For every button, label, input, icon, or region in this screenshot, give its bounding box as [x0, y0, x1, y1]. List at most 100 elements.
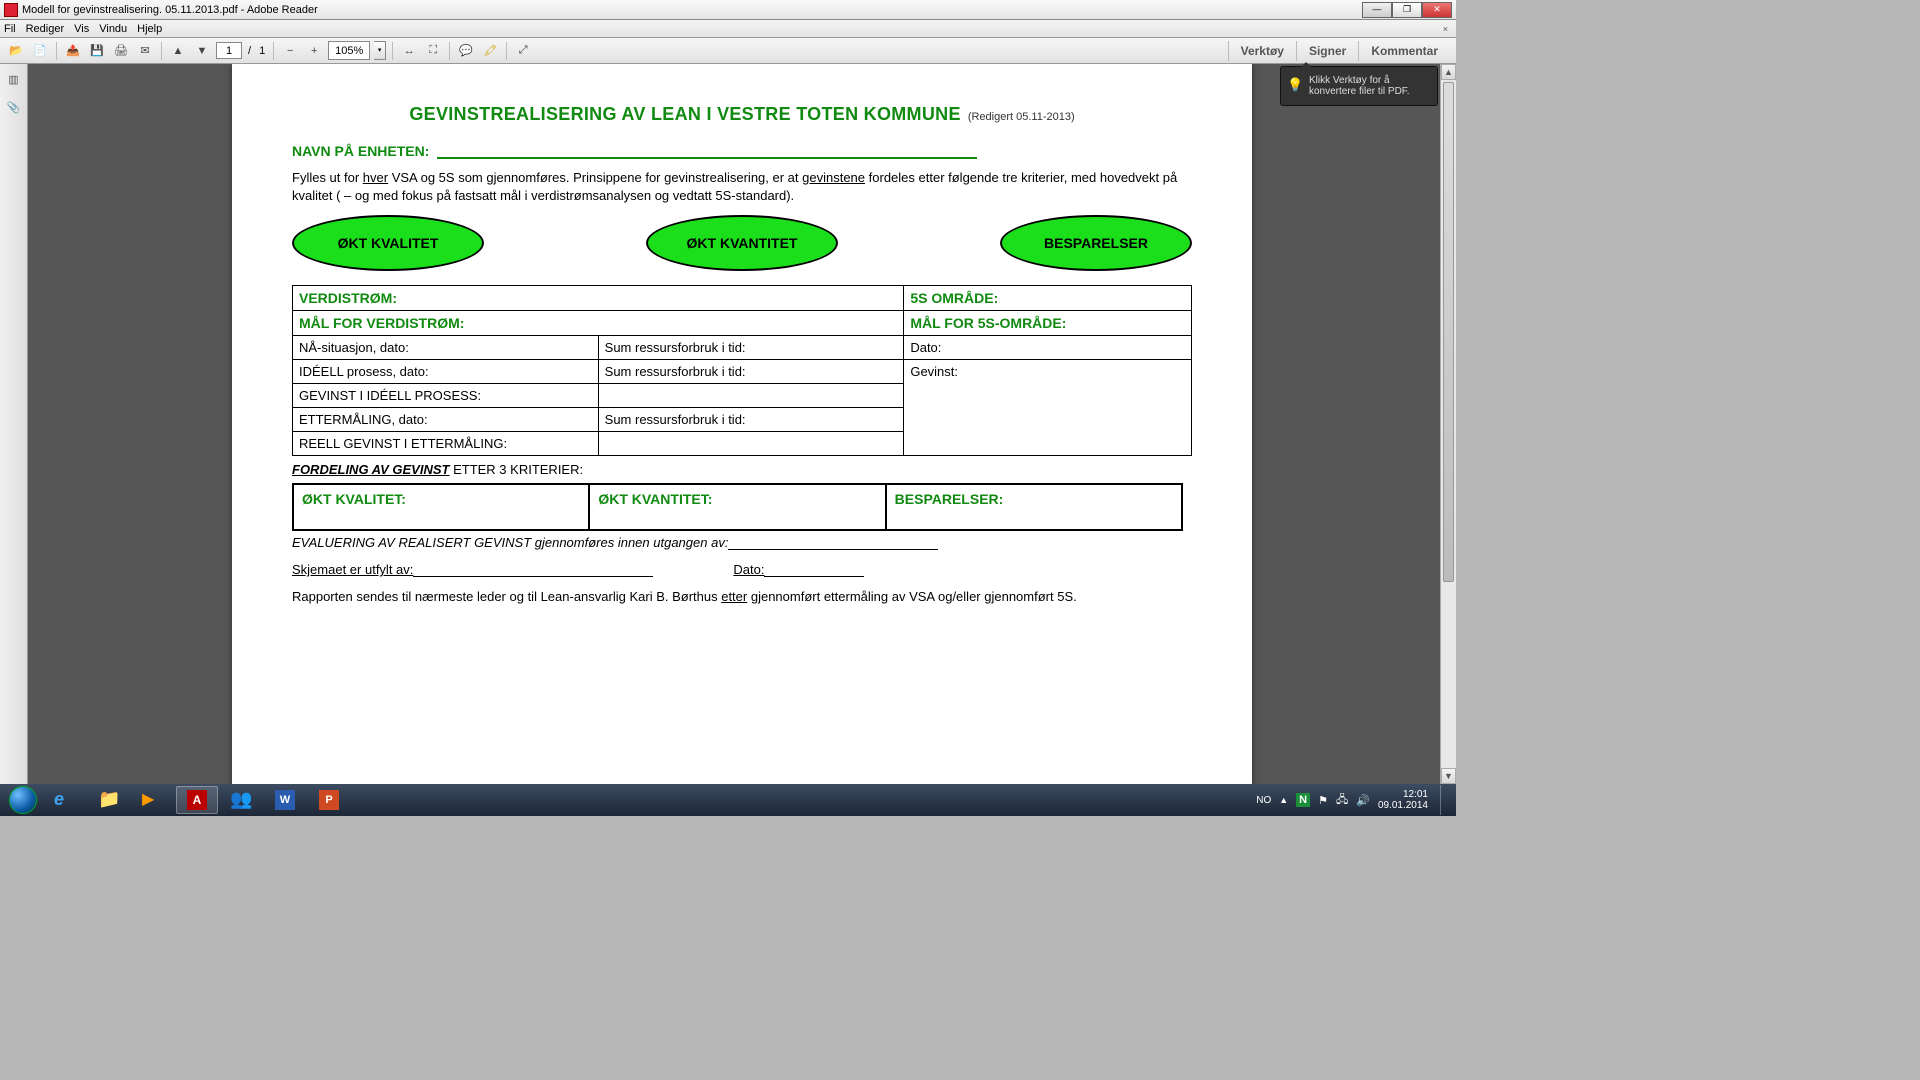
nav-sidebar: ▥ 📎 — [0, 64, 28, 784]
sign-row: Skjemaet er utfylt av: Dato: — [292, 562, 1192, 577]
vertical-scrollbar[interactable]: ▲ ▼ — [1440, 64, 1456, 784]
pdf-page: GEVINSTREALISERING AV LEAN I VESTRE TOTE… — [232, 64, 1252, 784]
cell-na-situasjon: NÅ-situasjon, dato: — [293, 336, 599, 360]
thumbnails-icon[interactable]: ▥ — [5, 70, 23, 88]
highlight-icon[interactable]: 🖍 — [480, 41, 500, 61]
th-mal-5s: MÅL FOR 5S-OMRÅDE: — [904, 311, 1192, 336]
page-total: 1 — [257, 45, 267, 57]
menu-fil[interactable]: Fil — [4, 23, 16, 35]
th-5s: 5S OMRÅDE: — [904, 286, 1192, 311]
open-icon[interactable]: 📂 — [6, 41, 26, 61]
tray-flag-icon[interactable]: ⚑ — [1318, 794, 1328, 807]
clock[interactable]: 12:01 09.01.2014 — [1378, 789, 1428, 811]
cell-ideell: IDÉELL prosess, dato: — [293, 360, 599, 384]
oval-besparelser: BESPARELSER — [1000, 215, 1192, 271]
menu-hjelp[interactable]: Hjelp — [137, 23, 162, 35]
task-adobe-icon[interactable]: A — [176, 786, 218, 814]
cell-ettermaling: ETTERMÅLING, dato: — [293, 408, 599, 432]
crit-besparelser: BESPARELSER: — [895, 491, 1004, 507]
email-icon[interactable]: ✉ — [135, 41, 155, 61]
page-down-icon[interactable]: ▼ — [192, 41, 212, 61]
footer-note: Rapporten sendes til nærmeste leder og t… — [292, 589, 1192, 604]
cell-gevinst-ideell: GEVINST I IDÉELL PROSESS: — [293, 384, 599, 408]
title-bar: Modell for gevinstrealisering. 05.11.201… — [0, 0, 1456, 20]
cell-sum2: Sum ressursforbruk i tid: — [598, 360, 904, 384]
tray-overflow-icon[interactable]: ▲ — [1279, 795, 1288, 805]
zoom-in-icon[interactable]: + — [304, 41, 324, 61]
document-viewer: ▥ 📎 GEVINSTREALISERING AV LEAN I VESTRE … — [0, 64, 1456, 784]
main-table: VERDISTRØM: 5S OMRÅDE: MÅL FOR VERDISTRØ… — [292, 285, 1192, 456]
unit-label: NAVN PÅ ENHETEN: — [292, 143, 429, 159]
show-desktop-button[interactable] — [1440, 785, 1450, 815]
cell-dato: Dato: — [904, 336, 1192, 360]
task-powerpoint-icon[interactable]: P — [308, 786, 350, 814]
cell-blank2 — [598, 432, 904, 456]
menu-vindu[interactable]: Vindu — [99, 23, 127, 35]
page-up-icon[interactable]: ▲ — [168, 41, 188, 61]
tray-n-icon[interactable]: N — [1296, 793, 1310, 807]
th-mal-verdistrom: MÅL FOR VERDISTRØM: — [293, 311, 904, 336]
cell-gevinst: Gevinst: — [904, 360, 1192, 456]
crit-kvantitet: ØKT KVANTITET: — [598, 491, 712, 507]
zoom-dropdown-icon[interactable]: ▾ — [374, 41, 386, 60]
sign-date-label: Dato: — [733, 562, 764, 577]
minimize-button[interactable]: — — [1362, 2, 1392, 18]
window-title: Modell for gevinstrealisering. 05.11.201… — [22, 4, 1362, 16]
attachment-icon[interactable]: 📎 — [5, 98, 23, 116]
cell-blank1 — [598, 384, 904, 408]
doc-title: GEVINSTREALISERING AV LEAN I VESTRE TOTE… — [409, 104, 960, 124]
save-icon[interactable]: 💾 — [87, 41, 107, 61]
sign-by-label: Skjemaet er utfylt av: — [292, 562, 413, 577]
create-pdf-icon[interactable]: 📄 — [30, 41, 50, 61]
zoom-input[interactable] — [328, 41, 370, 60]
cell-sum3: Sum ressursforbruk i tid: — [598, 408, 904, 432]
comment-bubble-icon[interactable]: 💬 — [456, 41, 476, 61]
task-lync-icon[interactable]: 👥 — [220, 786, 262, 814]
task-word-icon[interactable]: W — [264, 786, 306, 814]
task-explorer-icon[interactable]: 📁 — [88, 786, 130, 814]
fit-width-icon[interactable]: ↔ — [399, 41, 419, 61]
cell-reell: REELL GEVINST I ETTERMÅLING: — [293, 432, 599, 456]
maximize-button[interactable]: ❐ — [1392, 2, 1422, 18]
language-indicator[interactable]: NO — [1256, 795, 1271, 806]
page-scroll[interactable]: GEVINSTREALISERING AV LEAN I VESTRE TOTE… — [28, 64, 1456, 784]
tab-comment[interactable]: Kommentar — [1358, 41, 1450, 61]
print-icon[interactable]: 🖨 — [111, 41, 131, 61]
page-number-input[interactable] — [216, 42, 242, 59]
scroll-thumb[interactable] — [1443, 82, 1454, 582]
clock-time: 12:01 — [1378, 789, 1428, 800]
criteria-table: ØKT KVALITET: ØKT KVANTITET: BESPARELSER… — [292, 483, 1183, 531]
export-icon[interactable]: 📤 — [63, 41, 83, 61]
oval-kvalitet: ØKT KVALITET — [292, 215, 484, 271]
fordeling-heading: FORDELING AV GEVINST ETTER 3 KRITERIER: — [292, 462, 1192, 477]
start-button[interactable] — [4, 785, 42, 815]
taskbar: e 📁 ▶ A 👥 W P NO ▲ N ⚑ 🖧 🔊 12:01 09.01.2… — [0, 784, 1456, 816]
page-sep: / — [246, 45, 253, 57]
zoom-out-icon[interactable]: − — [280, 41, 300, 61]
eval-line: EVALUERING AV REALISERT GEVINST gjennomf… — [292, 535, 1192, 550]
task-ie-icon[interactable]: e — [44, 786, 86, 814]
menubar-close-x[interactable]: × — [1439, 24, 1452, 34]
task-mediaplayer-icon[interactable]: ▶ — [132, 786, 174, 814]
system-tray: NO ▲ N ⚑ 🖧 🔊 12:01 09.01.2014 — [1256, 785, 1452, 815]
crit-kvalitet: ØKT KVALITET: — [302, 491, 406, 507]
clock-date: 09.01.2014 — [1378, 800, 1428, 811]
scroll-down-icon[interactable]: ▼ — [1441, 768, 1456, 784]
app-icon — [4, 3, 18, 17]
oval-kvantitet: ØKT KVANTITET — [646, 215, 838, 271]
tab-sign[interactable]: Signer — [1296, 41, 1358, 61]
close-button[interactable]: ✕ — [1422, 2, 1452, 18]
toolbar: 📂 📄 📤 💾 🖨 ✉ ▲ ▼ / 1 − + ▾ ↔ ⛶ 💬 🖍 ⤢ Verk… — [0, 38, 1456, 64]
menu-vis[interactable]: Vis — [74, 23, 89, 35]
doc-edited: (Redigert 05.11-2013) — [968, 111, 1075, 123]
menu-rediger[interactable]: Rediger — [26, 23, 65, 35]
unit-underline — [437, 157, 977, 159]
read-mode-icon[interactable]: ⤢ — [513, 41, 533, 61]
cell-sum1: Sum ressursforbruk i tid: — [598, 336, 904, 360]
scroll-up-icon[interactable]: ▲ — [1441, 64, 1456, 80]
tip-text: Klikk Verktøy for å konvertere filer til… — [1309, 75, 1410, 97]
tray-volume-icon[interactable]: 🔊 — [1356, 794, 1370, 807]
fit-page-icon[interactable]: ⛶ — [423, 41, 443, 61]
tray-network-icon[interactable]: 🖧 — [1336, 791, 1348, 810]
tab-tools[interactable]: Verktøy — [1228, 41, 1296, 61]
